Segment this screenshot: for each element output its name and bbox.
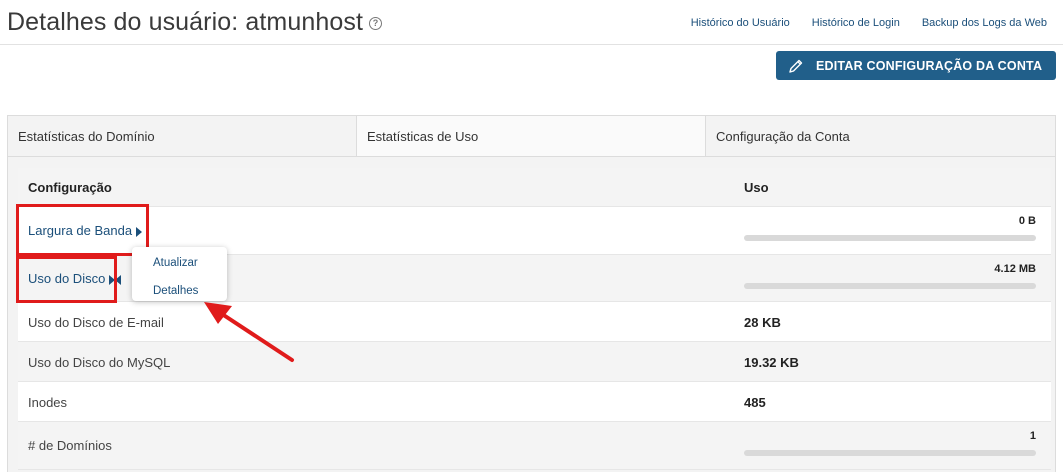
annotation-arrow — [204, 302, 294, 362]
